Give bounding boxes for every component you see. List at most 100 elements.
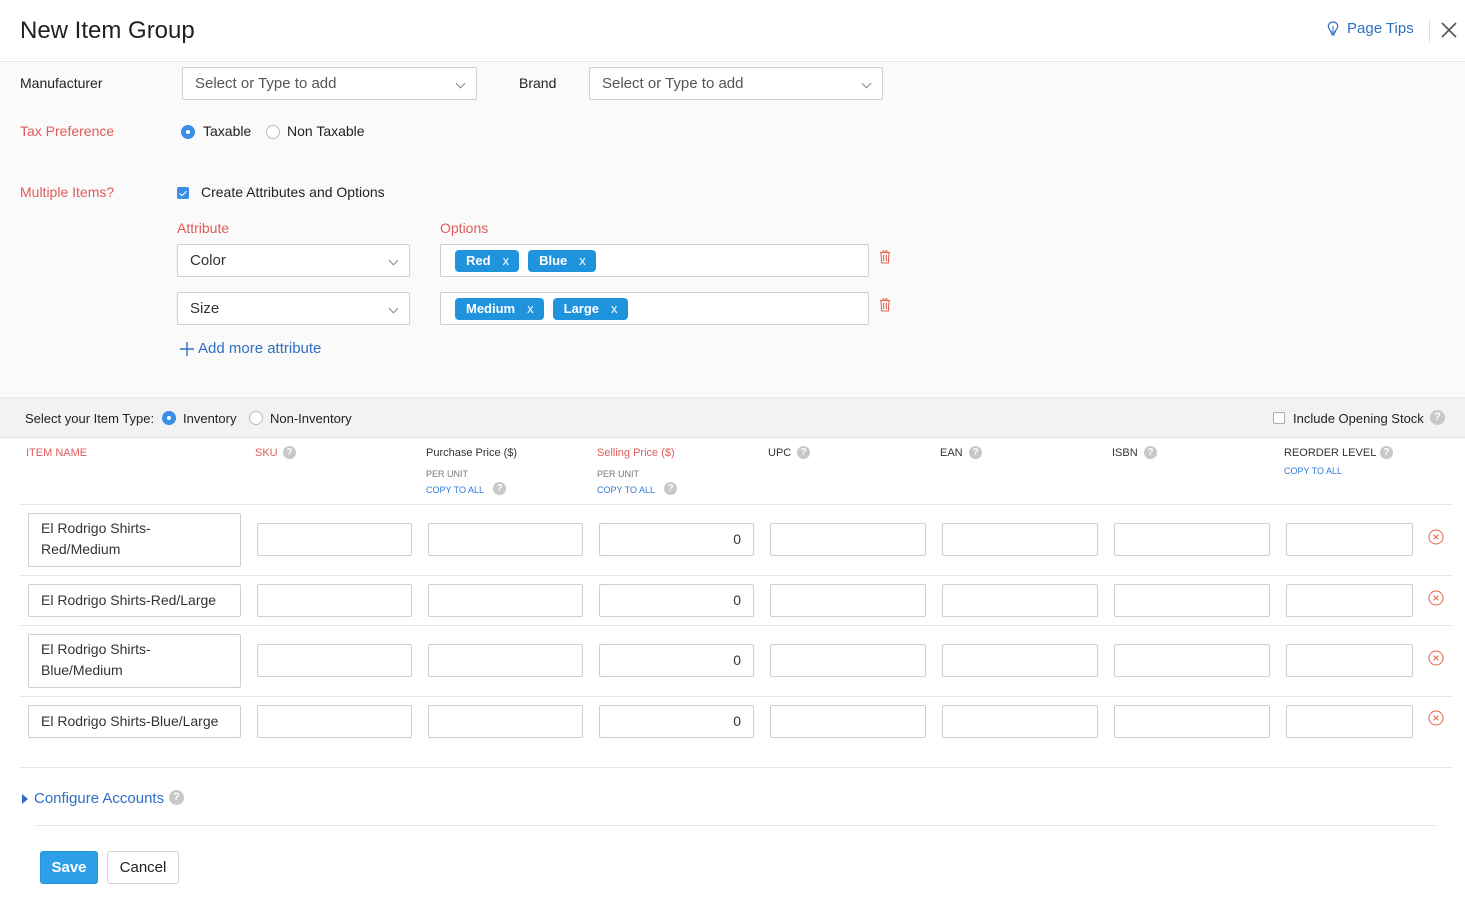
upc-input[interactable]: [770, 644, 926, 677]
help-icon[interactable]: ?: [283, 446, 296, 459]
reorder-level-input[interactable]: [1286, 705, 1413, 738]
options-input[interactable]: Red x Blue x: [440, 244, 869, 277]
save-button[interactable]: Save: [40, 851, 98, 884]
include-opening-stock-label: Include Opening Stock: [1293, 411, 1424, 426]
purchase-price-input[interactable]: [428, 584, 583, 617]
row-divider: [20, 575, 1452, 576]
sku-input[interactable]: [257, 523, 412, 556]
inventory-radio[interactable]: [162, 411, 176, 425]
chevron-down-icon: [388, 303, 399, 314]
row-divider: [20, 625, 1452, 626]
purchase-price-input[interactable]: [428, 705, 583, 738]
isbn-input[interactable]: [1114, 584, 1270, 617]
item-type-bar: Select your Item Type: Inventory Non-Inv…: [0, 397, 1465, 438]
help-icon[interactable]: ?: [1430, 410, 1445, 425]
chevron-down-icon: [455, 78, 466, 89]
upc-input[interactable]: [770, 705, 926, 738]
attribute-select[interactable]: Color: [177, 244, 410, 277]
inventory-label: Inventory: [183, 411, 237, 426]
non-inventory-radio[interactable]: [249, 411, 263, 425]
options-header: Options: [440, 220, 489, 236]
sku-input[interactable]: [257, 705, 412, 738]
trash-icon[interactable]: [879, 298, 891, 312]
help-icon[interactable]: ?: [493, 482, 506, 495]
option-tag: Large x: [552, 298, 628, 320]
taxable-radio[interactable]: [181, 125, 195, 139]
purchase-price-input[interactable]: [428, 523, 583, 556]
ean-input[interactable]: [942, 705, 1098, 738]
option-tag: Medium x: [455, 298, 544, 320]
page-header: New Item Group Page Tips: [0, 0, 1465, 62]
purchase-price-input[interactable]: [428, 644, 583, 677]
page-tips-link[interactable]: Page Tips: [1327, 20, 1414, 37]
help-icon[interactable]: ?: [1380, 446, 1393, 459]
help-icon[interactable]: ?: [169, 790, 184, 805]
remove-tag-icon[interactable]: x: [611, 298, 618, 320]
item-name-input[interactable]: El Rodrigo Shirts-Red/Large: [28, 584, 241, 617]
reorder-level-input[interactable]: [1286, 584, 1413, 617]
remove-row-icon[interactable]: [1428, 590, 1444, 606]
chevron-down-icon: [861, 78, 872, 89]
footer-divider: [35, 825, 1437, 826]
reorder-level-input[interactable]: [1286, 644, 1413, 677]
per-unit-label: PER UNIT: [597, 469, 640, 479]
selling-price-input[interactable]: 0: [599, 584, 754, 617]
trash-icon[interactable]: [879, 250, 891, 264]
brand-placeholder: Select or Type to add: [602, 75, 744, 92]
brand-label: Brand: [519, 75, 557, 91]
page-title: New Item Group: [20, 17, 195, 44]
help-icon[interactable]: ?: [664, 482, 677, 495]
item-group-form: Manufacturer Select or Type to add Brand…: [0, 63, 1465, 396]
isbn-input[interactable]: [1114, 644, 1270, 677]
remove-tag-icon[interactable]: x: [503, 250, 510, 272]
column-header-ean: EAN: [940, 447, 963, 459]
manufacturer-label: Manufacturer: [20, 75, 103, 91]
remove-row-icon[interactable]: [1428, 529, 1444, 545]
reorder-level-input[interactable]: [1286, 523, 1413, 556]
option-tag: Blue x: [528, 250, 596, 272]
manufacturer-select[interactable]: Select or Type to add: [182, 67, 477, 100]
help-icon[interactable]: ?: [1144, 446, 1157, 459]
item-type-label: Select your Item Type:: [25, 411, 155, 426]
remove-row-icon[interactable]: [1428, 710, 1444, 726]
remove-row-icon[interactable]: [1428, 650, 1444, 666]
item-name-input[interactable]: El Rodrigo Shirts-Blue/Medium: [28, 634, 241, 688]
add-more-attribute-link[interactable]: Add more attribute: [179, 340, 321, 357]
remove-tag-icon[interactable]: x: [527, 298, 534, 320]
help-icon[interactable]: ?: [969, 446, 982, 459]
selling-copy-to-all-link[interactable]: COPY TO ALL: [597, 485, 655, 495]
brand-select[interactable]: Select or Type to add: [589, 67, 883, 100]
isbn-input[interactable]: [1114, 705, 1270, 738]
remove-tag-icon[interactable]: x: [579, 250, 586, 272]
include-opening-stock-checkbox[interactable]: [1273, 412, 1285, 424]
item-name-input[interactable]: El Rodrigo Shirts-Blue/Large: [28, 705, 241, 738]
configure-accounts-toggle[interactable]: Configure Accounts: [22, 790, 164, 807]
ean-input[interactable]: [942, 644, 1098, 677]
item-name-input[interactable]: El Rodrigo Shirts-Red/Medium: [28, 513, 241, 567]
sku-input[interactable]: [257, 644, 412, 677]
upc-input[interactable]: [770, 523, 926, 556]
create-attributes-checkbox[interactable]: [177, 187, 189, 199]
attribute-select[interactable]: Size: [177, 292, 410, 325]
option-tag-label: Blue: [539, 253, 568, 268]
selling-price-input[interactable]: 0: [599, 705, 754, 738]
selling-price-input[interactable]: 0: [599, 644, 754, 677]
cancel-button[interactable]: Cancel: [107, 851, 179, 884]
sku-input[interactable]: [257, 584, 412, 617]
ean-input[interactable]: [942, 523, 1098, 556]
create-attributes-label: Create Attributes and Options: [201, 184, 385, 200]
non-taxable-radio[interactable]: [266, 125, 280, 139]
manufacturer-placeholder: Select or Type to add: [195, 75, 337, 92]
close-icon[interactable]: [1440, 21, 1458, 39]
ean-input[interactable]: [942, 584, 1098, 617]
plus-icon: [180, 341, 194, 356]
help-icon[interactable]: ?: [797, 446, 810, 459]
option-tag: Red x: [455, 250, 520, 272]
purchase-copy-to-all-link[interactable]: COPY TO ALL: [426, 485, 484, 495]
upc-input[interactable]: [770, 584, 926, 617]
options-input[interactable]: Medium x Large x: [440, 292, 869, 325]
selling-price-input[interactable]: 0: [599, 523, 754, 556]
reorder-copy-to-all-link[interactable]: COPY TO ALL: [1284, 466, 1342, 476]
caret-right-icon: [22, 793, 28, 804]
isbn-input[interactable]: [1114, 523, 1270, 556]
